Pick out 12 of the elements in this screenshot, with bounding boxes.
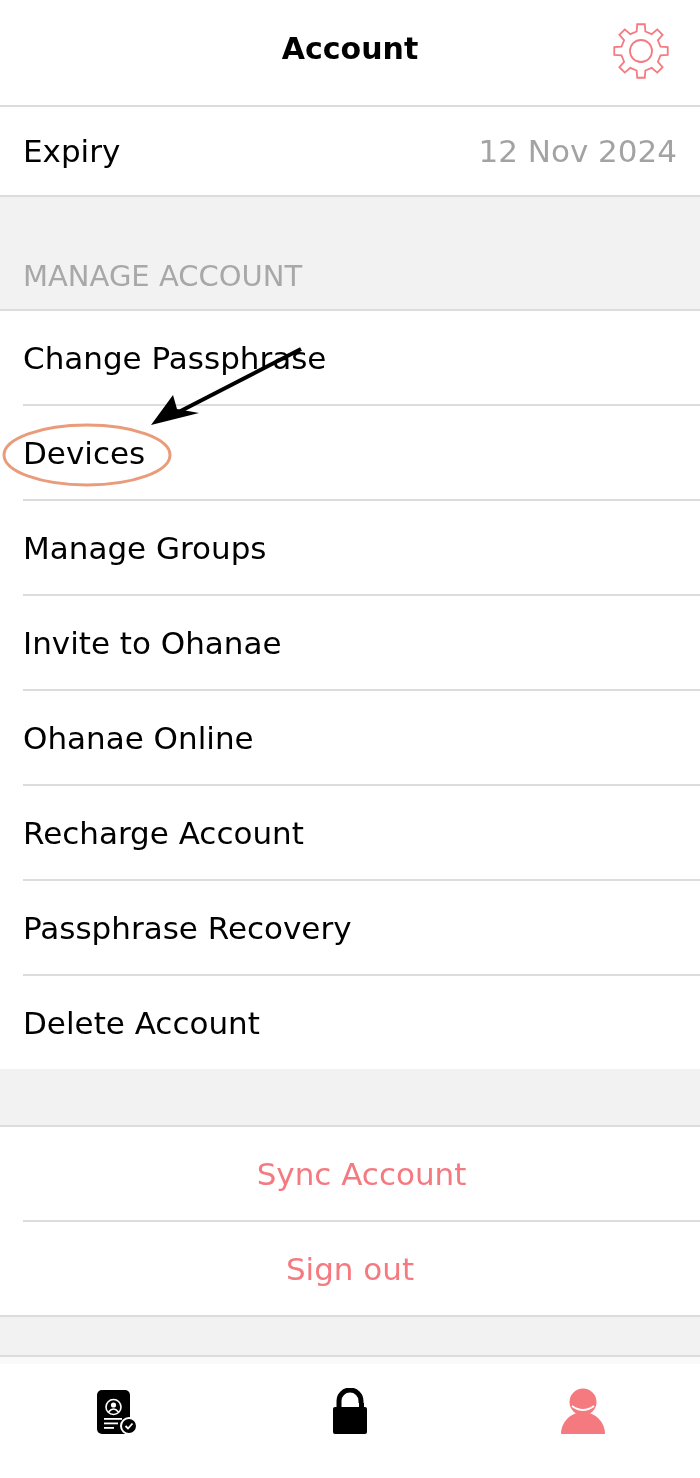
menu-item[interactable]: Recharge Account	[23, 814, 304, 851]
menu-item[interactable]: Ohanae Online	[23, 719, 254, 756]
settings-icon[interactable]	[612, 22, 670, 80]
screen-title: Account	[281, 31, 419, 66]
menu-item[interactable]: Passphrase Recovery	[23, 909, 352, 946]
menu-item[interactable]: Delete Account	[23, 1004, 260, 1041]
menu-item[interactable]: Manage Groups	[23, 529, 267, 566]
expiry-label: Expiry	[23, 133, 121, 169]
menu-item[interactable]: Invite to Ohanae	[23, 624, 282, 661]
section-header: MANAGE ACCOUNT	[23, 259, 303, 293]
menu-item[interactable]: Devices	[23, 434, 146, 471]
expiry-date: 12 Nov 2024	[478, 133, 677, 169]
